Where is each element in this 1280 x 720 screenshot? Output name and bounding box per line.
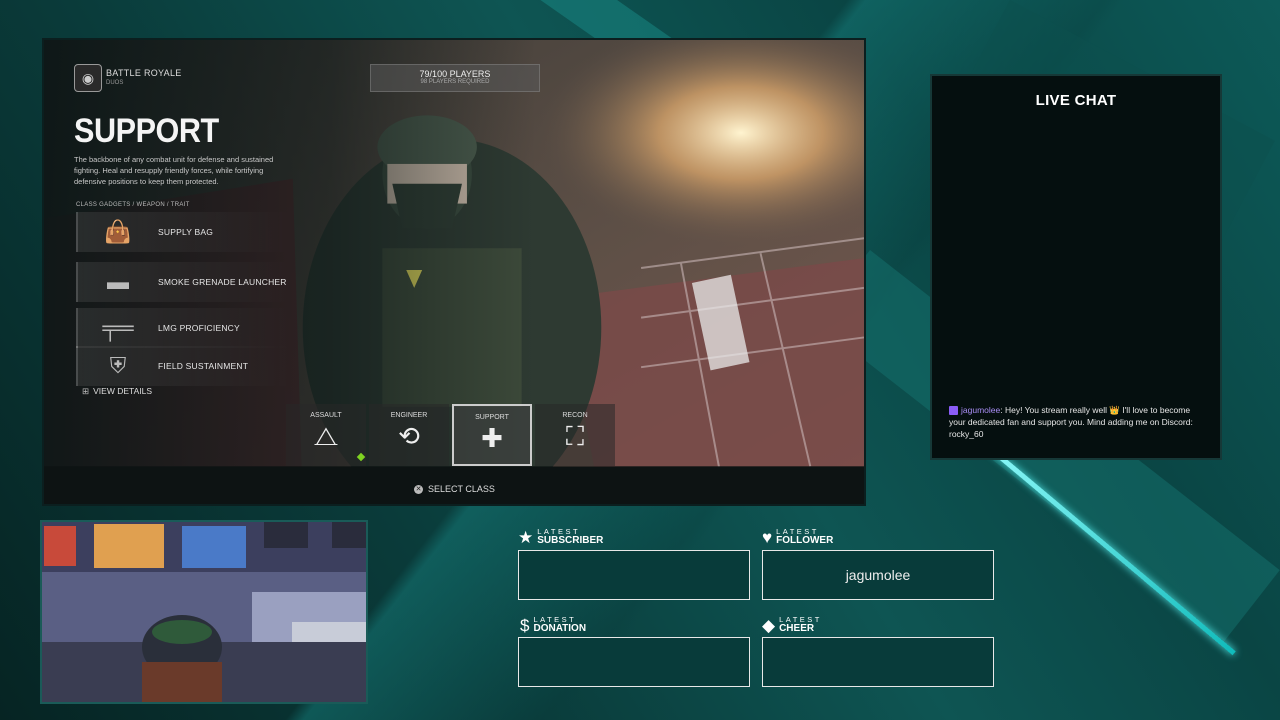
support-icon: ✚ <box>481 423 503 453</box>
game-capture: ◉ BATTLE ROYALE DUOS 79/100 PLAYERS 98 P… <box>42 38 866 506</box>
supply-bag-icon: 👜 <box>104 219 132 244</box>
players-required: 98 PLAYERS REQUIRED <box>420 79 490 85</box>
tab-assault[interactable]: ASSAULT ⧍ <box>286 404 366 466</box>
tab-support[interactable]: SUPPORT ✚ <box>452 404 532 466</box>
mode-subtitle: DUOS <box>106 80 124 86</box>
latest-subscriber-box <box>518 550 750 600</box>
select-class-button[interactable]: ✕ SELECT CLASS <box>414 484 495 495</box>
mode-title: BATTLE ROYALE <box>106 68 182 78</box>
gadget-label: LMG PROFICIENCY <box>158 323 240 333</box>
gadget-label: SUPPLY BAG <box>158 227 214 237</box>
gadget-field-sustainment[interactable]: ⛨ FIELD SUSTAINMENT <box>76 346 288 386</box>
field-sustainment-icon: ⛨ <box>109 353 127 378</box>
tab-label: ASSAULT <box>310 412 342 419</box>
gadgets-label: CLASS GADGETS / WEAPON / TRAIT <box>76 202 190 208</box>
follower-label: FOLLOWER <box>776 535 834 546</box>
tab-recon[interactable]: RECON ⛶ <box>535 404 615 466</box>
latest-donation-header: $ LATEST DONATION <box>520 616 587 635</box>
chat-title: LIVE CHAT <box>1035 92 1117 109</box>
player-count: 79/100 PLAYERS <box>419 69 491 79</box>
recon-icon: ⛶ <box>565 421 585 451</box>
gadget-label: SMOKE GRENADE LAUNCHER <box>158 277 287 287</box>
class-description: The backbone of any combat unit for defe… <box>74 155 274 186</box>
latest-follower-box: jagumolee <box>762 550 994 600</box>
donation-label: DONATION <box>533 623 587 634</box>
latest-follower-header: ♥ LATEST FOLLOWER <box>762 528 834 547</box>
player-count-box: 79/100 PLAYERS 98 PLAYERS REQUIRED <box>370 64 540 92</box>
engineer-icon: ⟲ <box>398 421 420 451</box>
dollar-icon: $ <box>520 616 530 635</box>
heart-icon: ♥ <box>762 528 773 547</box>
subscriber-label: SUBSCRIBER <box>537 535 604 546</box>
grenade-launcher-icon: ▬ <box>107 269 129 294</box>
gadget-lmg-proficiency[interactable]: ╤═ LMG PROFICIENCY <box>76 308 288 348</box>
tab-label: ENGINEER <box>390 412 428 419</box>
class-title: SUPPORT <box>74 112 219 150</box>
latest-subscriber-header: ★ LATEST SUBSCRIBER <box>518 528 604 547</box>
view-details-button[interactable]: ⊞ VIEW DETAILS <box>82 386 152 397</box>
lmg-icon: ╤═ <box>102 315 134 340</box>
cross-button-icon: ✕ <box>414 485 423 495</box>
latest-cheer-header: ◆ LATEST CHEER <box>762 616 822 635</box>
chat-message: jagumolee: Hey! You stream really well 👑… <box>949 405 1193 439</box>
diamond-icon: ◆ <box>762 616 776 635</box>
select-class-label: SELECT CLASS <box>428 484 495 494</box>
cheer-label: CHEER <box>779 623 815 634</box>
webcam-scene <box>42 522 366 702</box>
latest-donation-box <box>518 637 750 687</box>
class-tabs: ASSAULT ⧍ ENGINEER ⟲ SUPPORT ✚ RECON ⛶ <box>286 404 615 466</box>
gadget-label: FIELD SUSTAINMENT <box>158 361 249 371</box>
battle-royale-icon: ◉ <box>74 64 102 92</box>
view-details-label: VIEW DETAILS <box>93 386 153 396</box>
tab-engineer[interactable]: ENGINEER ⟲ <box>369 404 449 466</box>
chat-username[interactable]: jagumolee <box>961 405 1000 415</box>
latest-cheer-box <box>762 637 994 687</box>
star-icon: ★ <box>518 528 534 547</box>
details-icon: ⊞ <box>82 386 90 396</box>
assault-icon: ⧍ <box>313 421 339 451</box>
gadget-smoke-grenade-launcher[interactable]: ▬ SMOKE GRENADE LAUNCHER <box>76 262 288 302</box>
live-chat-panel: LIVE CHAT jagumolee: Hey! You stream rea… <box>930 74 1222 460</box>
tab-label: RECON <box>562 412 588 419</box>
webcam-feed <box>40 520 368 704</box>
subscriber-badge-icon <box>949 406 958 416</box>
tab-label: SUPPORT <box>475 414 509 421</box>
gadget-supply-bag[interactable]: 👜 SUPPLY BAG <box>76 212 288 252</box>
